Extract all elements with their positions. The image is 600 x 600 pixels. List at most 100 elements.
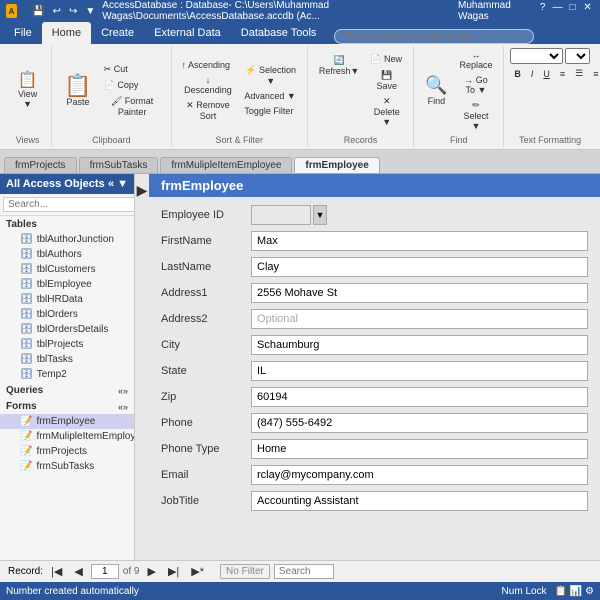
sidebar-item-frmsubtasks[interactable]: 📝frmSubTasks [0, 459, 134, 474]
form-icon: 📝 [20, 416, 32, 427]
select-btn[interactable]: ✏ Select ▼ [455, 98, 498, 133]
tell-me-input[interactable] [334, 29, 534, 44]
sidebar-item-tblauthorjunction[interactable]: 🗄tblAuthorJunction [0, 232, 134, 247]
input-zip[interactable] [251, 387, 588, 407]
sidebar-item-tblordersdetails[interactable]: 🗄tblOrdersDetails [0, 322, 134, 337]
save-record-btn[interactable]: 💾 Save [366, 68, 407, 93]
queries-expand-icon[interactable]: «» [118, 386, 128, 396]
nav-prev-btn[interactable]: ◀ [70, 564, 86, 579]
format-painter-btn[interactable]: 🖌 Format Painter [100, 94, 165, 119]
form-icon: 📝 [20, 446, 32, 457]
align-right-btn[interactable]: ≡ [589, 66, 600, 81]
sidebar-menu-icon[interactable]: ▼ [117, 178, 128, 190]
sidebar-section-tables: Tables [0, 216, 134, 232]
sidebar-chevron-icon[interactable]: « [108, 178, 114, 190]
label-address1: Address1 [161, 287, 251, 299]
redo-btn[interactable]: ↪ [66, 5, 80, 18]
input-address1[interactable] [251, 283, 588, 303]
selection-btn[interactable]: ⚡ Selection ▼ [240, 63, 301, 88]
input-phone[interactable] [251, 413, 588, 433]
sort-filter-btns: ↑ Ascending ↓ Descending ✕ Remove Sort ⚡… [178, 48, 301, 133]
font-size-select[interactable] [565, 48, 590, 64]
remove-sort-btn[interactable]: ✕ Remove Sort [178, 98, 239, 123]
sidebar-item-tblprojects[interactable]: 🗄tblProjects [0, 337, 134, 352]
nav-search-input[interactable] [274, 564, 334, 579]
sidebar-item-tblcustomers[interactable]: 🗄tblCustomers [0, 262, 134, 277]
record-selector-arrow[interactable]: ▶ [137, 182, 148, 199]
font-select[interactable] [510, 48, 563, 64]
input-state[interactable] [251, 361, 588, 381]
save-quick-btn[interactable]: 💾 [29, 5, 47, 18]
nav-last-btn[interactable]: ▶| [164, 564, 183, 579]
delete-record-btn[interactable]: ✕ Delete ▼ [366, 94, 407, 129]
employeeid-with-btn: ▼ [251, 205, 327, 225]
sidebar-item-frmemployee[interactable]: 📝frmEmployee [0, 414, 134, 429]
nav-next-btn[interactable]: ▶ [144, 564, 160, 579]
sidebar-item-tbltasks[interactable]: 🗄tblTasks [0, 352, 134, 367]
form-row-zip: Zip [161, 387, 588, 407]
tab-database-tools[interactable]: Database Tools [231, 22, 327, 44]
tab-file[interactable]: File [4, 22, 42, 44]
bold-btn[interactable]: B [510, 66, 525, 81]
ribbon-group-find: 🔍 Find ↔ Replace → Go To ▼ ✏ Select ▼ Fi… [414, 46, 504, 147]
advanced-btn[interactable]: Advanced ▼ [240, 89, 301, 103]
sidebar-item-tblhrdata[interactable]: 🗄tblHRData [0, 292, 134, 307]
ascending-btn[interactable]: ↑ Ascending [178, 58, 239, 72]
toggle-filter-btn[interactable]: Toggle Filter [240, 104, 301, 118]
input-lastname[interactable] [251, 257, 588, 277]
cut-btn[interactable]: ✂ Cut [100, 62, 165, 77]
nav-new-btn[interactable]: ▶* [187, 564, 208, 579]
input-phonetype[interactable] [251, 439, 588, 459]
doc-tab-frm-subtasks[interactable]: frmSubTasks [79, 157, 159, 173]
sidebar-item-tblauthors[interactable]: 🗄tblAuthors [0, 247, 134, 262]
doc-tab-frm-employee[interactable]: frmEmployee [294, 157, 379, 173]
label-phonetype: Phone Type [161, 443, 251, 455]
copy-btn[interactable]: 📄 Copy [100, 78, 165, 93]
find-btn[interactable]: 🔍 Find [420, 72, 452, 109]
sidebar-item-frmprojects[interactable]: 📝frmProjects [0, 444, 134, 459]
nav-first-btn[interactable]: |◀ [47, 564, 66, 579]
refresh-btn[interactable]: 🔄 Refresh▼ [314, 52, 364, 129]
input-jobtitle[interactable] [251, 491, 588, 511]
underline-btn[interactable]: U [539, 66, 554, 81]
doc-tab-frm-multiple[interactable]: frmMulipleItemEmployee [160, 157, 292, 173]
nav-filter-btn[interactable]: No Filter [220, 564, 270, 579]
replace-btn[interactable]: ↔ Replace [455, 48, 498, 72]
sidebar-item-tblorders[interactable]: 🗄tblOrders [0, 307, 134, 322]
views-label: Views [16, 133, 40, 145]
sidebar-item-tblemployee[interactable]: 🗄tblEmployee [0, 277, 134, 292]
undo-btn[interactable]: ↩ [50, 5, 64, 18]
sidebar-section-forms: Forms «» [0, 398, 134, 414]
maximize-btn[interactable]: □ [566, 0, 579, 14]
help-btn[interactable]: ? [536, 0, 549, 14]
goto-btn[interactable]: → Go To ▼ [455, 73, 498, 97]
form-content: Employee ID ▼ FirstName LastName [149, 197, 600, 525]
align-left-btn[interactable]: ≡ [556, 66, 569, 81]
align-center-btn[interactable]: ☰ [571, 66, 587, 81]
input-firstname[interactable] [251, 231, 588, 251]
sidebar-item-frmmultiple[interactable]: 📝frmMulipleItemEmployee [0, 429, 134, 444]
nav-current-input[interactable] [91, 564, 119, 579]
tab-create[interactable]: Create [91, 22, 144, 44]
doc-tab-frm-projects[interactable]: frmProjects [4, 157, 77, 173]
sidebar-search-input[interactable] [3, 197, 135, 212]
minimize-btn[interactable]: — [551, 0, 564, 14]
paste-btn[interactable]: 📋 Paste [58, 72, 97, 110]
table-icon: 🗄 [20, 324, 33, 335]
view-btn[interactable]: 📋 View ▼ [10, 70, 45, 112]
nav-of-text: of 9 [123, 566, 140, 577]
employeeid-spinner[interactable]: ▼ [313, 205, 327, 225]
quick-access-dropdown[interactable]: ▼ [82, 5, 98, 18]
sidebar-item-temp2[interactable]: 🗄Temp2 [0, 367, 134, 382]
input-email[interactable] [251, 465, 588, 485]
new-record-btn[interactable]: 📄 New [366, 52, 407, 67]
input-city[interactable] [251, 335, 588, 355]
forms-expand-icon[interactable]: «» [118, 402, 128, 412]
tab-home[interactable]: Home [42, 22, 91, 44]
close-btn[interactable]: ✕ [581, 0, 594, 14]
input-address2[interactable] [251, 309, 588, 329]
table-icon: 🗄 [20, 264, 33, 275]
descending-btn[interactable]: ↓ Descending [178, 73, 239, 97]
italic-btn[interactable]: I [527, 66, 538, 81]
tab-external-data[interactable]: External Data [144, 22, 231, 44]
